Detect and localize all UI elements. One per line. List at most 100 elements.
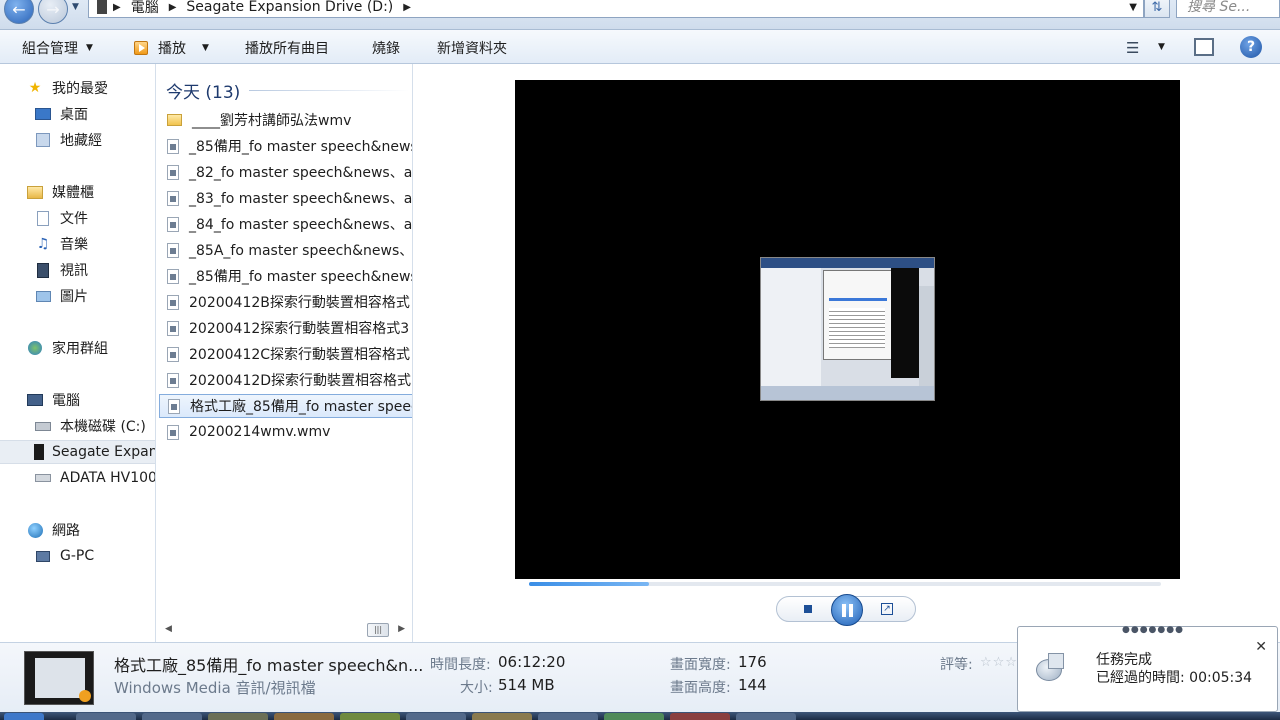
horizontal-scrollbar[interactable]: ◀ ||| ▶	[157, 620, 412, 642]
taskbar-item[interactable]	[208, 713, 268, 720]
play-button[interactable]: 播放 ▼	[134, 38, 209, 58]
nav-drive-d-label: Seagate Expan	[52, 444, 156, 460]
organize-button[interactable]: 組合管理 ▼	[22, 38, 93, 58]
taskbar-item[interactable]	[472, 713, 532, 720]
taskbar-item[interactable]	[538, 713, 598, 720]
open-player-button[interactable]: ↗	[881, 603, 893, 615]
file-row[interactable]: _85A_fo master speech&news、ar	[159, 238, 413, 262]
scroll-left-icon[interactable]: ◀	[165, 624, 172, 634]
video-file-icon	[167, 164, 179, 180]
notification-popup[interactable]: ●●●●●●● ✕ 任務完成 已經過的時間: 00:05:34	[1017, 625, 1278, 712]
rating-stars[interactable]: ☆☆☆	[980, 655, 1018, 670]
views-dropdown[interactable]: ▼	[1158, 42, 1165, 52]
taskbar-item[interactable]	[406, 713, 466, 720]
nav-drive-adata[interactable]: ADATA HV100	[34, 466, 155, 490]
video-file-icon	[167, 346, 179, 362]
pictures-icon	[34, 288, 52, 304]
drag-handle[interactable]: ●●●●●●●	[1122, 625, 1184, 635]
breadcrumb-computer[interactable]: 電腦	[131, 0, 159, 17]
recent-pages-dropdown[interactable]: ▼	[72, 2, 79, 12]
notification-body: 已經過的時間: 00:05:34	[1096, 670, 1253, 686]
taskbar-item[interactable]	[274, 713, 334, 720]
file-row[interactable]: 20200214wmv.wmv	[159, 420, 412, 444]
taskbar-item[interactable]	[142, 713, 202, 720]
back-button[interactable]: ←	[4, 0, 34, 24]
video-frame	[760, 257, 935, 401]
file-row[interactable]: _83_fo master speech&news、ar	[159, 186, 412, 210]
video-file-icon	[167, 268, 179, 284]
file-row[interactable]: _84_fo master speech&news、ar	[159, 212, 413, 236]
nav-desktop-label: 桌面	[60, 107, 88, 123]
nav-network[interactable]: 網路	[26, 518, 80, 542]
group-header[interactable]: 今天 (13)	[166, 78, 240, 103]
breadcrumb-drive[interactable]: Seagate Expansion Drive (D:)	[186, 0, 393, 15]
taskbar-item[interactable]	[604, 713, 664, 720]
nav-libraries[interactable]: 媒體櫃	[26, 180, 94, 204]
views-icon[interactable]: ☰	[1126, 39, 1139, 57]
nav-network-pc[interactable]: G-PC	[34, 544, 94, 568]
taskbar	[0, 712, 1280, 720]
video-file-icon	[167, 372, 179, 388]
nav-homegroup-label: 家用群組	[52, 341, 108, 357]
chevron-right-icon[interactable]: ▶	[113, 2, 121, 13]
taskbar-item[interactable]	[670, 713, 730, 720]
nav-libraries-label: 媒體櫃	[52, 185, 94, 201]
scroll-thumb[interactable]: |||	[367, 623, 389, 637]
play-all-button[interactable]: 播放所有曲目	[245, 38, 329, 58]
seek-bar[interactable]	[529, 582, 1161, 586]
nav-recent[interactable]: 地藏經	[34, 128, 102, 152]
file-name: 20200412探索行動裝置相容格式3	[189, 321, 410, 337]
preview-pane: ↗	[414, 64, 1280, 642]
file-row[interactable]: 20200412探索行動裝置相容格式3	[159, 316, 412, 340]
file-name: _82_fo master speech&news、ar	[189, 165, 413, 181]
taskbar-item[interactable]	[76, 713, 136, 720]
taskbar-item[interactable]	[340, 713, 400, 720]
chevron-right-icon[interactable]: ▶	[169, 2, 177, 13]
search-input[interactable]: 搜尋 Se...	[1176, 0, 1280, 18]
file-row[interactable]: _85備用_fo master speech&news、ar	[159, 134, 412, 158]
file-name: _85備用_fo master speech&news、ar	[189, 139, 412, 155]
nav-drive-d[interactable]: Seagate Expan	[0, 440, 156, 464]
forward-button[interactable]: →	[38, 0, 68, 24]
start-button[interactable]	[4, 713, 44, 720]
arrow-right-icon: →	[46, 0, 60, 19]
nav-homegroup[interactable]: 家用群組	[26, 336, 108, 360]
nav-favorites[interactable]: ★ 我的最愛	[26, 76, 108, 100]
file-name: _84_fo master speech&news、ar	[189, 217, 413, 233]
nav-drive-c[interactable]: 本機磁碟 (C:)	[34, 414, 146, 438]
video-player[interactable]	[515, 80, 1180, 579]
address-history-dropdown[interactable]: ▼	[1129, 2, 1137, 13]
taskbar-item[interactable]	[736, 713, 796, 720]
pause-button[interactable]	[831, 594, 863, 626]
help-button[interactable]: ?	[1240, 36, 1262, 58]
file-row[interactable]: 20200412C探索行動裝置相容格式	[159, 342, 412, 366]
file-row[interactable]: 20200412D探索行動裝置相容格式	[159, 368, 412, 392]
seek-progress	[529, 582, 650, 586]
nav-desktop[interactable]: 桌面	[34, 102, 88, 126]
nav-computer[interactable]: 電腦	[26, 388, 80, 412]
nav-network-pc-label: G-PC	[60, 548, 95, 564]
file-row[interactable]: _82_fo master speech&news、ar	[159, 160, 413, 184]
stop-button[interactable]	[804, 605, 812, 613]
nav-drive-c-label: 本機磁碟 (C:)	[60, 419, 146, 435]
removable-drive-icon	[34, 470, 52, 486]
close-icon[interactable]: ✕	[1255, 639, 1267, 655]
folder-row[interactable]: ____劉芳村講師弘法wmv	[159, 108, 412, 132]
chevron-right-icon[interactable]: ▶	[403, 2, 411, 13]
preview-pane-button[interactable]	[1194, 38, 1214, 56]
burn-button[interactable]: 燒錄	[372, 38, 400, 58]
nav-documents[interactable]: 文件	[34, 206, 88, 230]
pc-icon	[34, 548, 52, 564]
scroll-right-icon[interactable]: ▶	[398, 624, 405, 634]
new-folder-button[interactable]: 新增資料夾	[437, 38, 507, 58]
command-bar: 組合管理 ▼ 播放 ▼ 播放所有曲目 燒錄 新增資料夾 ☰ ▼ ?	[0, 30, 1280, 64]
refresh-button[interactable]: ⇅	[1144, 0, 1170, 18]
file-name: _85A_fo master speech&news、ar	[189, 243, 413, 259]
nav-music[interactable]: ♫ 音樂	[34, 232, 88, 256]
file-row[interactable]: _85備用_fo master speech&news	[159, 264, 412, 288]
file-row[interactable]: 20200412B探索行動裝置相容格式	[159, 290, 412, 314]
nav-pictures[interactable]: 圖片	[34, 284, 88, 308]
file-row[interactable]: 格式工廠_85備用_fo master speech	[159, 394, 412, 418]
address-box[interactable]: ▶ 電腦 ▶ Seagate Expansion Drive (D:) ▶ ▼	[88, 0, 1144, 18]
nav-videos[interactable]: 視訊	[34, 258, 88, 282]
